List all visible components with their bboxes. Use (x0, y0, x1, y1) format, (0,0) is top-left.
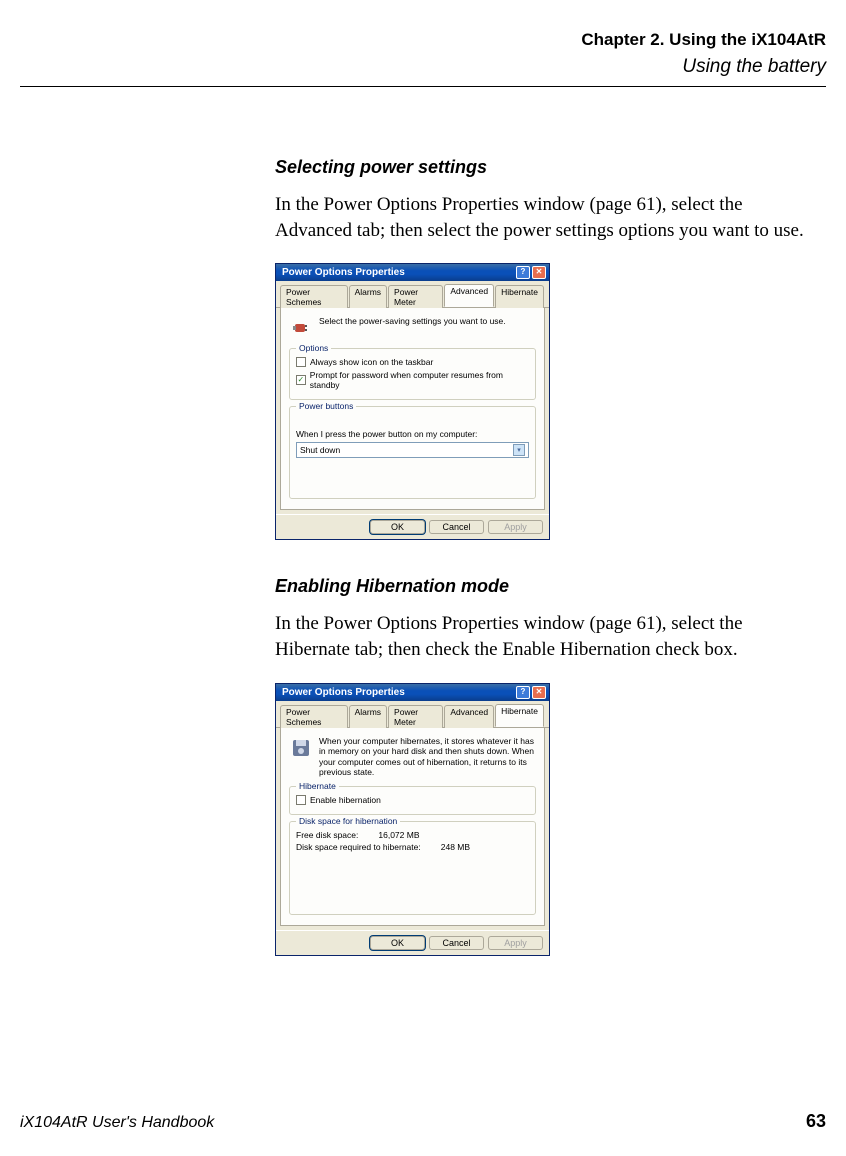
hibernate-icon (289, 736, 313, 760)
ok-button[interactable]: OK (370, 520, 425, 534)
disk-space-group: Disk space for hibernation Free disk spa… (289, 821, 536, 915)
power-buttons-group: Power buttons When I press the power but… (289, 406, 536, 499)
power-buttons-legend: Power buttons (296, 401, 356, 411)
tab-advanced[interactable]: Advanced (444, 705, 494, 728)
tab-alarms[interactable]: Alarms (349, 705, 387, 728)
window-title: Power Options Properties (282, 687, 405, 698)
subheading-hibernation: Enabling Hibernation mode (275, 576, 816, 597)
power-options-dialog-hibernate: Power Options Properties ? ✕ Power Schem… (275, 683, 550, 957)
free-space-label: Free disk space: (296, 830, 358, 840)
options-group: Options Always show icon on the taskbar … (289, 348, 536, 400)
help-button[interactable]: ? (516, 266, 530, 279)
tab-hibernate[interactable]: Hibernate (495, 285, 544, 308)
tab-power-schemes[interactable]: Power Schemes (280, 705, 348, 728)
power-button-label: When I press the power button on my comp… (296, 429, 529, 439)
apply-button[interactable]: Apply (488, 936, 543, 950)
power-button-select[interactable]: Shut down ▾ (296, 442, 529, 458)
tab-power-meter[interactable]: Power Meter (388, 705, 443, 728)
tab-power-meter[interactable]: Power Meter (388, 285, 443, 308)
section-title: Using the battery (20, 56, 826, 78)
button-bar: OK Cancel Apply (276, 514, 549, 539)
chevron-down-icon: ▾ (513, 444, 525, 456)
header-divider (20, 86, 826, 87)
tabstrip: Power Schemes Alarms Power Meter Advance… (276, 701, 549, 728)
tab-hibernate[interactable]: Hibernate (495, 704, 544, 727)
tab-advanced[interactable]: Advanced (444, 284, 494, 307)
close-button[interactable]: ✕ (532, 266, 546, 279)
button-bar: OK Cancel Apply (276, 930, 549, 955)
checkbox-enable-hibernation[interactable] (296, 795, 306, 805)
help-button[interactable]: ? (516, 686, 530, 699)
page-number: 63 (806, 1111, 826, 1132)
tabstrip: Power Schemes Alarms Power Meter Advance… (276, 281, 549, 308)
hibernate-legend: Hibernate (296, 781, 339, 791)
intro-text: Select the power-saving settings you wan… (319, 316, 536, 327)
power-button-value: Shut down (300, 445, 340, 455)
label-enable-hibernation: Enable hibernation (310, 795, 381, 805)
titlebar: Power Options Properties ? ✕ (276, 684, 549, 701)
hibernate-group: Hibernate Enable hibernation (289, 786, 536, 815)
subheading-power-settings: Selecting power settings (275, 157, 816, 178)
options-legend: Options (296, 343, 331, 353)
checkbox-show-icon[interactable] (296, 357, 306, 367)
close-button[interactable]: ✕ (532, 686, 546, 699)
required-space-value: 248 MB (441, 842, 470, 852)
cancel-button[interactable]: Cancel (429, 520, 484, 534)
tab-alarms[interactable]: Alarms (349, 285, 387, 308)
chapter-title: Chapter 2. Using the iX104AtR (20, 30, 826, 50)
ok-button[interactable]: OK (370, 936, 425, 950)
apply-button[interactable]: Apply (488, 520, 543, 534)
cancel-button[interactable]: Cancel (429, 936, 484, 950)
required-space-label: Disk space required to hibernate: (296, 842, 421, 852)
paragraph-power-settings: In the Power Options Properties window (… (275, 192, 816, 243)
window-title: Power Options Properties (282, 267, 405, 278)
tab-power-schemes[interactable]: Power Schemes (280, 285, 348, 308)
power-plug-icon (289, 316, 313, 340)
free-space-value: 16,072 MB (378, 830, 419, 840)
footer-handbook-title: iX104AtR User's Handbook (20, 1114, 214, 1132)
disk-space-legend: Disk space for hibernation (296, 816, 400, 826)
label-prompt-password: Prompt for password when computer resume… (310, 370, 529, 390)
paragraph-hibernation: In the Power Options Properties window (… (275, 611, 816, 662)
titlebar: Power Options Properties ? ✕ (276, 264, 549, 281)
label-show-icon: Always show icon on the taskbar (310, 357, 433, 367)
checkbox-prompt-password[interactable] (296, 375, 306, 385)
power-options-dialog-advanced: Power Options Properties ? ✕ Power Schem… (275, 263, 550, 540)
intro-text: When your computer hibernates, it stores… (319, 736, 536, 779)
